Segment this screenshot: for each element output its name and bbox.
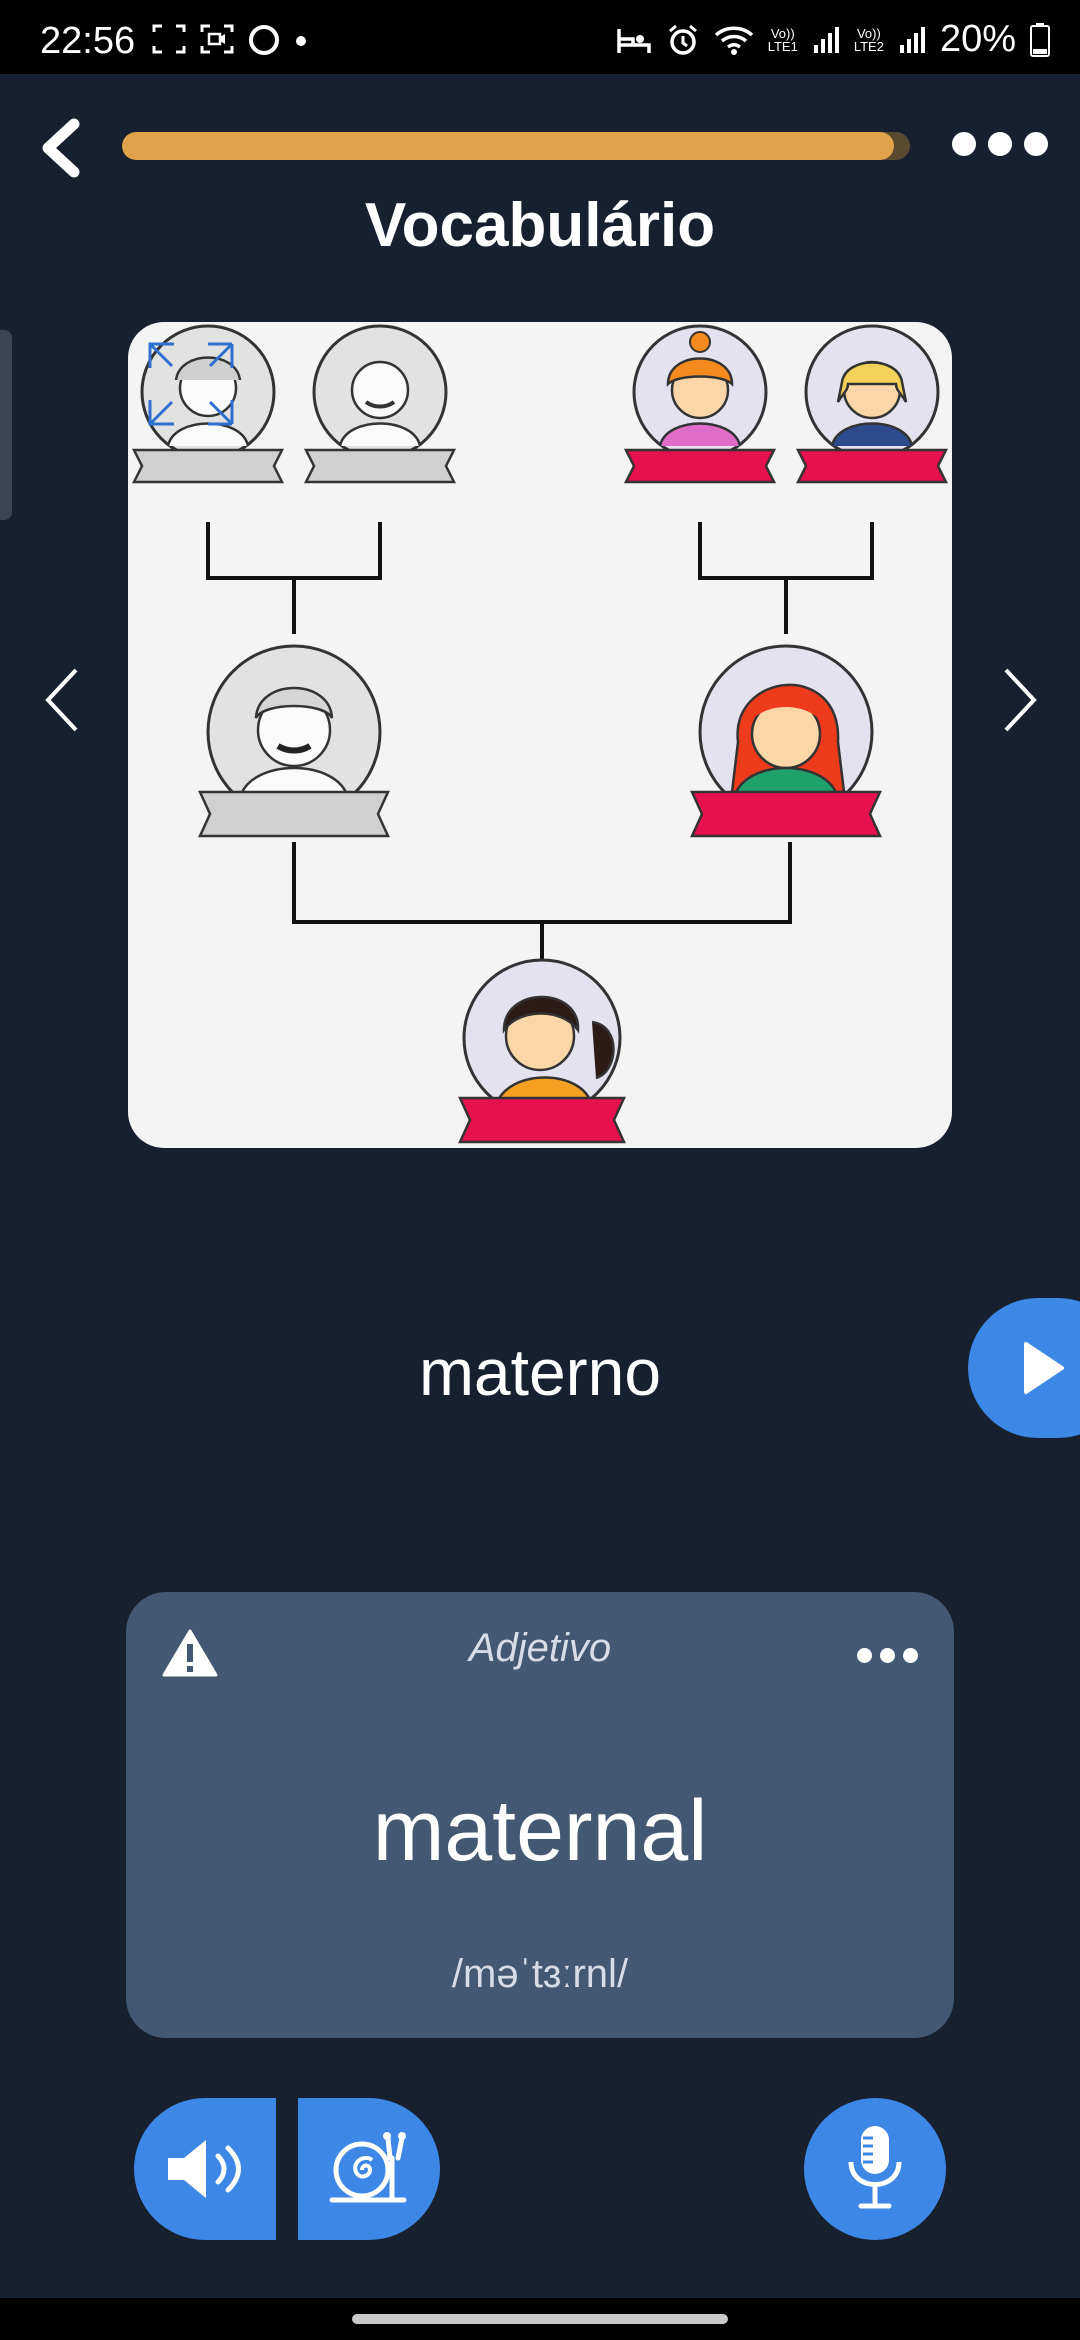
play-icon bbox=[1024, 1342, 1064, 1394]
more-dot bbox=[1024, 132, 1048, 156]
edge-browser-icon bbox=[249, 25, 279, 55]
microphone-icon bbox=[848, 2126, 902, 2209]
sim1-label: LTE1 bbox=[767, 38, 798, 54]
edge-panel-handle[interactable] bbox=[0, 330, 12, 520]
mother bbox=[690, 644, 882, 838]
next-card-icon[interactable] bbox=[990, 660, 1050, 740]
vocabulary-word: materno bbox=[418, 1335, 662, 1409]
translation-more-button[interactable] bbox=[857, 1648, 918, 1663]
status-notification-icons bbox=[152, 24, 308, 56]
more-options-button[interactable] bbox=[952, 132, 1048, 156]
more-dot bbox=[903, 1648, 918, 1663]
lesson-progress-bar bbox=[122, 132, 910, 160]
page-title: Vocabulário bbox=[364, 191, 716, 260]
grandmother-maternal bbox=[623, 324, 777, 484]
speaker-icon bbox=[168, 2140, 241, 2198]
battery-icon bbox=[1030, 22, 1050, 57]
daughter bbox=[458, 958, 626, 1144]
signal-bars-icon bbox=[813, 26, 839, 53]
sim2-label: LTE2 bbox=[853, 38, 884, 54]
record-button[interactable] bbox=[804, 2098, 946, 2240]
status-bar: 22:56 Vo)) LTE1 Vo)) LTE2 20% bbox=[0, 0, 1080, 74]
father bbox=[198, 644, 390, 838]
home-gesture-bar[interactable] bbox=[352, 2314, 728, 2324]
screen-record-icon bbox=[200, 24, 234, 54]
audio-button[interactable] bbox=[134, 2098, 276, 2240]
sim1-signal: Vo)) LTE1 bbox=[768, 27, 798, 53]
previous-card-icon[interactable] bbox=[32, 660, 92, 740]
lesson-progress-fill bbox=[122, 132, 895, 160]
grandfather-maternal bbox=[795, 324, 949, 484]
more-dot bbox=[857, 1648, 872, 1663]
status-right-icons: Vo)) LTE1 Vo)) LTE2 20% bbox=[616, 18, 1050, 61]
more-dot bbox=[880, 1648, 895, 1663]
grandfather-paternal bbox=[303, 324, 457, 484]
more-dot bbox=[952, 132, 976, 156]
wifi-icon bbox=[714, 26, 753, 55]
translation-word: maternal bbox=[372, 1783, 708, 1879]
play-audio-button[interactable] bbox=[968, 1298, 1080, 1438]
part-of-speech: Adjetivo bbox=[468, 1626, 612, 1670]
notification-dot-icon bbox=[296, 36, 306, 46]
more-dot bbox=[988, 132, 1012, 156]
alarm-icon bbox=[668, 24, 697, 55]
back-icon[interactable] bbox=[36, 118, 86, 178]
pronunciation-text: /məˈtɜːrnl/ bbox=[451, 1952, 629, 1996]
volte-label: Vo)) bbox=[770, 25, 795, 41]
sim2-signal: Vo)) LTE2 bbox=[854, 27, 884, 53]
screenshot-icon bbox=[152, 24, 186, 54]
vocabulary-image-card[interactable] bbox=[128, 322, 952, 1148]
signal-bars-icon bbox=[899, 26, 925, 53]
battery-percentage: 20% bbox=[939, 18, 1016, 60]
translation-card: Adjetivo maternal /məˈtɜːrnl/ bbox=[126, 1592, 954, 2038]
snail-icon bbox=[329, 2132, 407, 2203]
family-tree-illustration bbox=[131, 324, 949, 1144]
slow-audio-button[interactable] bbox=[298, 2098, 440, 2240]
sleep-mode-icon bbox=[616, 28, 651, 53]
volte-label-2: Vo)) bbox=[856, 25, 881, 41]
status-time: 22:56 bbox=[40, 20, 136, 62]
